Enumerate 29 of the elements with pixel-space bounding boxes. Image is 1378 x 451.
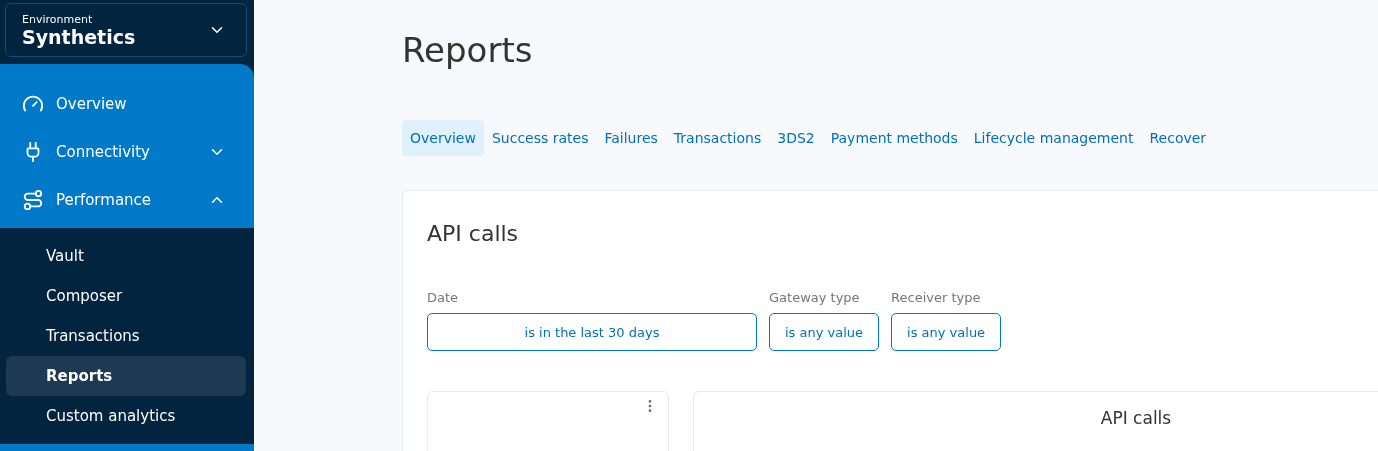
tab[interactable]: Overview bbox=[402, 120, 484, 156]
tab[interactable]: Lifecycle management bbox=[965, 120, 1142, 156]
filter-label: Gateway type bbox=[769, 290, 861, 305]
environment-value: Synthetics bbox=[22, 25, 136, 48]
tab[interactable]: 3DS2 bbox=[769, 120, 823, 156]
nav-item[interactable]: Overview bbox=[0, 80, 254, 128]
nav-subitem[interactable]: Vault bbox=[6, 236, 246, 276]
filter-button[interactable]: is any value bbox=[769, 313, 880, 351]
filter-button[interactable]: is in the last 30 days bbox=[427, 313, 757, 351]
filter-button[interactable]: is any value bbox=[891, 313, 1002, 351]
environment-selector[interactable]: Environment Synthetics bbox=[5, 3, 247, 57]
environment-label: Environment bbox=[22, 12, 94, 26]
card-title: API calls bbox=[427, 221, 520, 246]
nav-subitem[interactable]: Composer bbox=[6, 276, 246, 316]
nav-item[interactable]: Performance bbox=[0, 176, 254, 224]
route-icon bbox=[22, 189, 44, 211]
tab[interactable]: Success rates bbox=[483, 120, 597, 156]
filter-label: Receiver type bbox=[891, 290, 982, 305]
tab[interactable]: Failures bbox=[596, 120, 666, 156]
page-title: Reports bbox=[402, 30, 534, 70]
nav-subitem[interactable]: Reports bbox=[6, 356, 246, 396]
tab[interactable]: Transactions bbox=[665, 120, 770, 156]
panel-title: API calls bbox=[1100, 408, 1172, 430]
nav-item[interactable]: Connectivity bbox=[0, 128, 254, 176]
filter-label: Date bbox=[427, 290, 460, 305]
tab[interactable]: Payment methods bbox=[822, 120, 966, 156]
nav-subitem[interactable]: Transactions bbox=[6, 316, 246, 356]
nav-subitem[interactable]: Custom analytics bbox=[6, 396, 246, 436]
tab[interactable]: Recover bbox=[1141, 120, 1215, 156]
